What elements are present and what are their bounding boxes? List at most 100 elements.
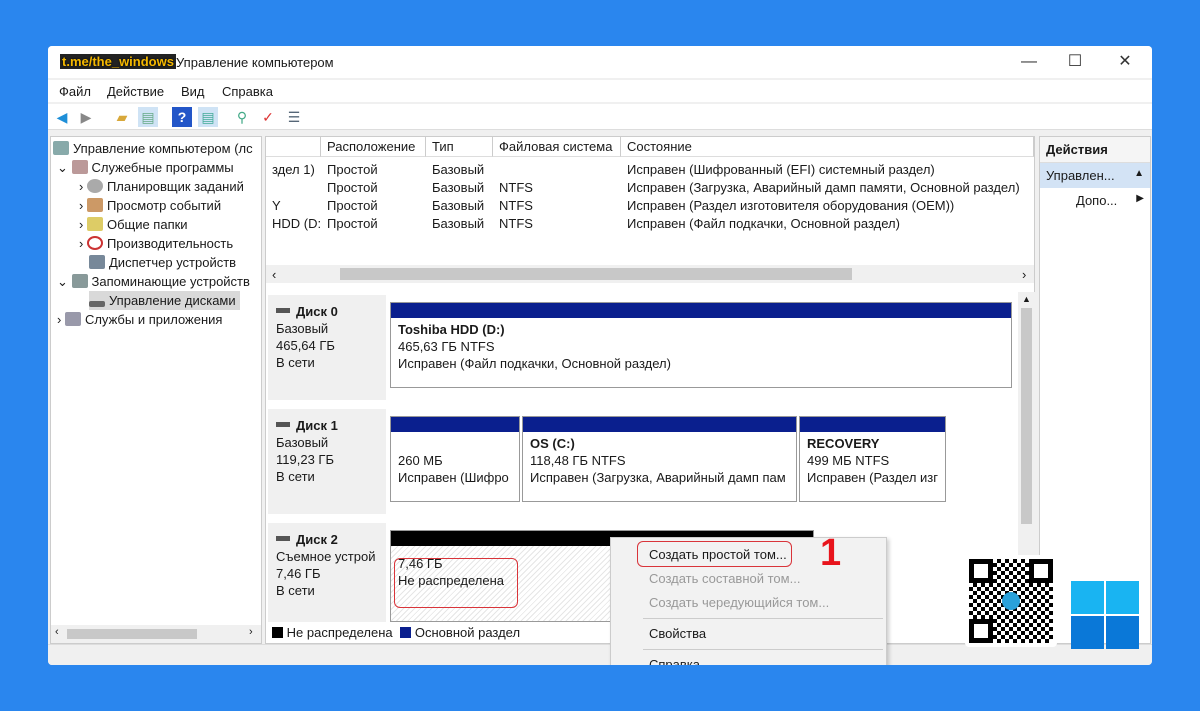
disk-0-label[interactable]: Диск 0 Базовый 465,64 ГБ В сети	[268, 295, 386, 400]
status-bar	[48, 644, 1152, 665]
col-header-filesystem[interactable]: Файловая система	[493, 137, 621, 157]
tree-label: Службы и приложения	[84, 312, 223, 327]
watermark: t.me/the_windows	[60, 54, 176, 69]
tree-system-tools[interactable]: ⌄ Служебные программы	[57, 158, 234, 177]
partition-size: 260 МБ	[398, 453, 443, 468]
partition-c[interactable]: OS (C:) 118,48 ГБ NTFS Исправен (Загрузк…	[522, 416, 797, 502]
tree-storage[interactable]: ⌄ Запоминающие устройств	[57, 272, 250, 291]
tree-label: Общие папки	[106, 217, 188, 232]
tree-performance[interactable]: › Производительность	[79, 234, 233, 253]
menu-action[interactable]: Действие	[107, 84, 164, 99]
menu-bar: Файл Действие Вид Справка	[48, 80, 1152, 102]
table-cell[interactable]: NTFS	[493, 179, 621, 197]
col-header-type[interactable]: Тип	[426, 137, 493, 157]
actions-item-label: Управлен...	[1046, 168, 1115, 183]
menu-properties[interactable]: Свойства	[649, 626, 706, 641]
collapse-icon: ▲	[1134, 168, 1144, 179]
table-cell[interactable]: Исправен (Шифрованный (EFI) системный ра…	[621, 161, 1034, 179]
table-cell[interactable]	[266, 179, 321, 197]
back-icon[interactable]: ◀	[52, 107, 72, 127]
menu-file[interactable]: Файл	[59, 84, 91, 99]
tree-services[interactable]: › Службы и приложения	[57, 310, 222, 329]
col-header-layout[interactable]: Расположение	[321, 137, 426, 157]
clock-icon	[86, 179, 103, 193]
table-cell[interactable]: здел 1)	[266, 161, 321, 179]
close-button[interactable]: ✕	[1102, 50, 1148, 74]
table-cell[interactable]: Базовый	[426, 197, 493, 215]
help-icon[interactable]: ?	[172, 107, 192, 127]
disk-status: В сети	[276, 469, 315, 484]
table-cell[interactable]: Простой	[321, 215, 426, 233]
menu-view[interactable]: Вид	[181, 84, 205, 99]
actions-more-label: Допо...	[1076, 193, 1118, 208]
tree-disk-management[interactable]: Управление дисками	[89, 291, 240, 310]
disk-1-label[interactable]: Диск 1 Базовый 119,23 ГБ В сети	[268, 409, 386, 514]
col-header-status[interactable]: Состояние	[621, 137, 1034, 157]
show-hide-tree-icon[interactable]: ▤	[138, 107, 158, 127]
table-cell[interactable]: Базовый	[426, 215, 493, 233]
table-cell[interactable]: Исправен (Раздел изготовителя оборудован…	[621, 197, 1034, 215]
partition-title: RECOVERY	[807, 436, 880, 451]
maximize-button[interactable]: ☐	[1052, 50, 1098, 74]
computer-icon	[53, 141, 69, 155]
table-cell[interactable]: Простой	[321, 179, 426, 197]
table-cell[interactable]: Исправен (Файл подкачки, Основной раздел…	[621, 215, 1034, 233]
check-doc-icon[interactable]: ✓	[258, 107, 278, 127]
tree-scrollbar[interactable]: ‹ ›	[51, 625, 261, 643]
window-title: Управление компьютером	[176, 55, 334, 70]
list-icon[interactable]: ☰	[284, 107, 304, 127]
partition-state: Исправен (Шифро	[398, 470, 509, 485]
up-folder-icon[interactable]: ▰	[112, 107, 132, 127]
menu-help[interactable]: Справка	[649, 657, 700, 665]
disk-2-label[interactable]: Диск 2 Съемное устрой 7,46 ГБ В сети	[268, 523, 386, 622]
tree-label: Диспетчер устройств	[109, 255, 237, 270]
forward-icon[interactable]: ▶	[76, 107, 96, 127]
tree-label: Просмотр событий	[106, 198, 222, 213]
table-cell[interactable]: Простой	[321, 197, 426, 215]
disk-type: Съемное устрой	[276, 549, 376, 564]
disk-size: 7,46 ГБ	[276, 566, 321, 581]
tree-label: Планировщик заданий	[106, 179, 244, 194]
partition-efi[interactable]: 260 МБ Исправен (Шифро	[390, 416, 520, 502]
menu-help[interactable]: Справка	[222, 84, 273, 99]
table-cell[interactable]: HDD (D:)	[266, 215, 321, 233]
actions-more[interactable]: Допо... ▶	[1040, 188, 1150, 213]
table-cell[interactable]: Базовый	[426, 179, 493, 197]
table-cell[interactable]: NTFS	[493, 215, 621, 233]
tree-device-manager[interactable]: Диспетчер устройств	[89, 253, 236, 272]
table-cell[interactable]: NTFS	[493, 197, 621, 215]
partition-size: 118,48 ГБ NTFS	[530, 453, 626, 468]
actions-disk-management[interactable]: Управлен... ▲	[1040, 163, 1150, 188]
minimize-button[interactable]: —	[1006, 50, 1052, 74]
submenu-arrow-icon: ▶	[1136, 193, 1144, 204]
tree-root[interactable]: Управление компьютером (лс	[53, 139, 253, 158]
event-icon	[86, 198, 103, 212]
disk-size: 119,23 ГБ	[276, 452, 334, 467]
menu-separator	[643, 649, 883, 650]
partition-title: OS (C:)	[530, 436, 575, 451]
menu-new-striped-volume[interactable]: Создать чередующийся том...	[649, 595, 829, 610]
partition-d[interactable]: Toshiba HDD (D:) 465,63 ГБ NTFS Исправен…	[390, 302, 1012, 388]
menu-new-spanned-volume[interactable]: Создать составной том...	[649, 571, 800, 586]
action-pane-icon[interactable]: ▤	[198, 107, 218, 127]
horizontal-scrollbar[interactable]: ‹ ›	[266, 265, 1034, 283]
table-cell[interactable]: Простой	[321, 161, 426, 179]
tree-task-scheduler[interactable]: › Планировщик заданий	[79, 177, 244, 196]
connect-icon[interactable]: ⚲	[232, 107, 252, 127]
table-cell[interactable]: Y	[266, 197, 321, 215]
tree-label: Запоминающие устройств	[91, 274, 250, 289]
toolbar: ◀ ▶ ▰ ▤ ? ▤ ⚲ ✓ ☰	[48, 104, 1152, 130]
windows-logo-icon	[1071, 581, 1139, 649]
disk-type: Базовый	[276, 435, 329, 450]
disk-name: Диск 0	[276, 303, 378, 320]
table-cell[interactable]	[493, 161, 621, 179]
legend-unallocated: Не распределена	[286, 625, 393, 640]
tools-icon	[71, 160, 88, 174]
tree-label: Производительность	[106, 236, 234, 251]
partition-recovery[interactable]: RECOVERY 499 МБ NTFS Исправен (Раздел из…	[799, 416, 946, 502]
tree-shared-folders[interactable]: › Общие папки	[79, 215, 188, 234]
table-cell[interactable]: Базовый	[426, 161, 493, 179]
col-header-volume[interactable]	[266, 137, 321, 157]
table-cell[interactable]: Исправен (Загрузка, Аварийный дамп памят…	[621, 179, 1034, 197]
tree-event-viewer[interactable]: › Просмотр событий	[79, 196, 221, 215]
